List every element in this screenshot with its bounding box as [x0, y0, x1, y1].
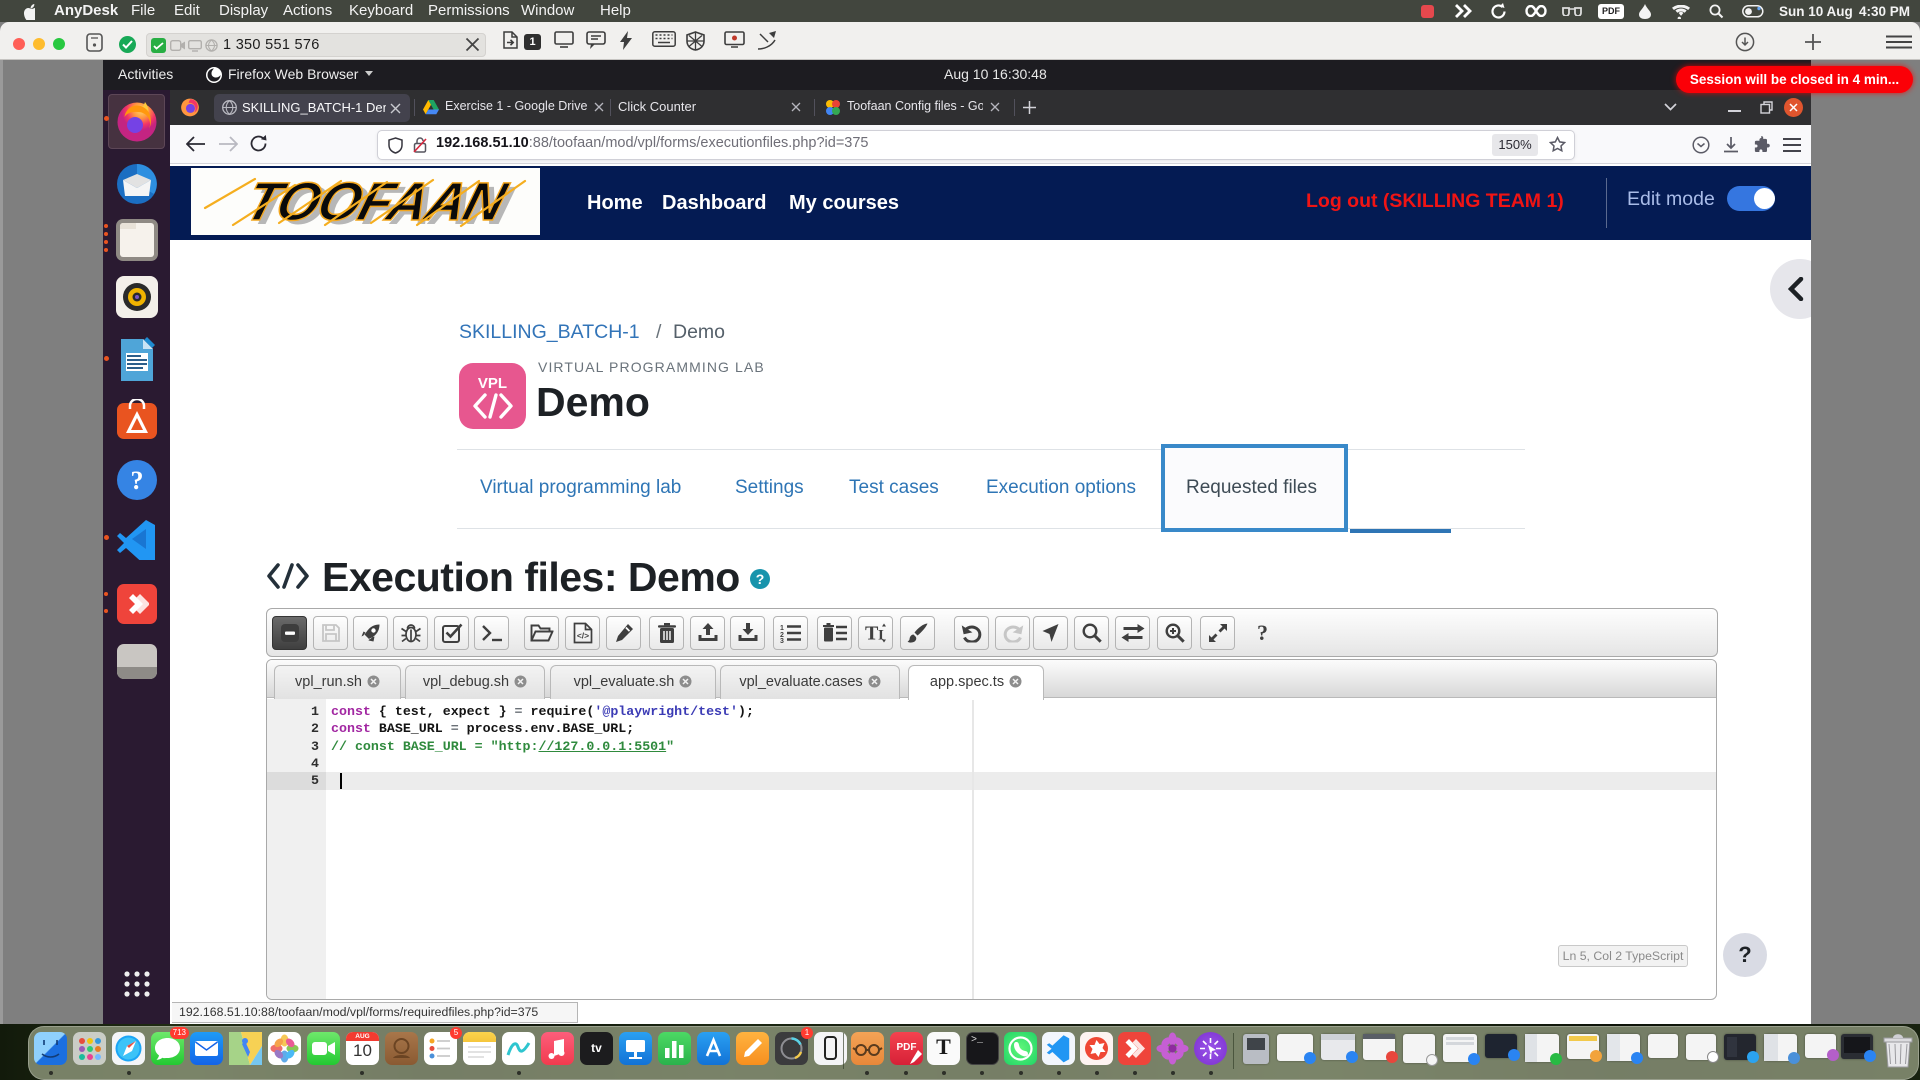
svg-text:T: T [865, 624, 879, 643]
svg-text:3: 3 [780, 638, 784, 643]
svg-text:1: 1 [780, 625, 784, 632]
svg-text:?: ? [131, 466, 144, 495]
svg-text:</>: </> [576, 631, 588, 641]
